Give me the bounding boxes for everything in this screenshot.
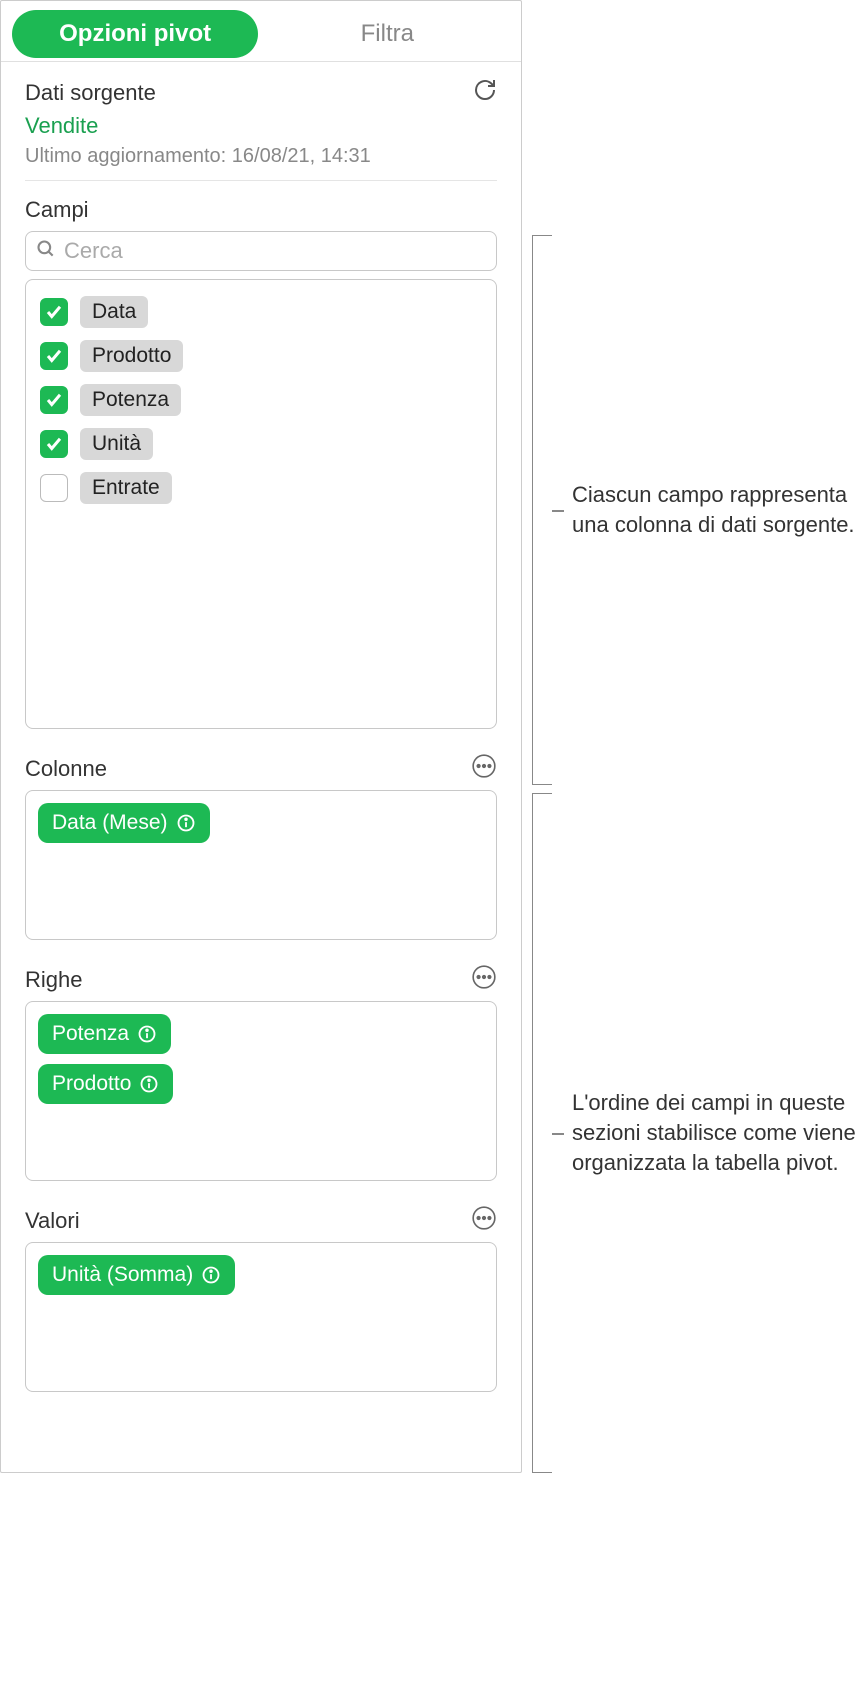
tab-filter[interactable]: Filtra <box>264 10 510 58</box>
pill-label: Potenza <box>52 1022 129 1046</box>
values-title: Valori <box>25 1208 80 1234</box>
callout-text-fields: Ciascun campo rappresenta una colonna di… <box>572 480 862 539</box>
field-label[interactable]: Data <box>80 296 148 328</box>
field-checkbox[interactable] <box>40 430 68 458</box>
pill-label: Data (Mese) <box>52 811 168 835</box>
fields-search-box[interactable] <box>25 231 497 271</box>
field-checkbox[interactable] <box>40 474 68 502</box>
source-data-label: Dati sorgente <box>25 80 156 106</box>
more-icon[interactable] <box>471 964 497 995</box>
field-label[interactable]: Prodotto <box>80 340 183 372</box>
field-label[interactable]: Entrate <box>80 472 172 504</box>
values-dropzone[interactable]: Unità (Somma) <box>25 1242 497 1392</box>
pill-label: Prodotto <box>52 1072 131 1096</box>
columns-title: Colonne <box>25 756 107 782</box>
search-input[interactable] <box>64 238 486 264</box>
fields-title: Campi <box>25 197 497 223</box>
info-icon[interactable] <box>201 1265 221 1285</box>
rows-title: Righe <box>25 967 82 993</box>
source-last-updated: Ultimo aggiornamento: 16/08/21, 14:31 <box>25 145 497 168</box>
field-item: Data <box>36 290 486 334</box>
info-icon[interactable] <box>139 1074 159 1094</box>
info-icon[interactable] <box>137 1024 157 1044</box>
field-pill[interactable]: Prodotto <box>38 1064 173 1104</box>
columns-dropzone[interactable]: Data (Mese) <box>25 790 497 940</box>
field-item: Unità <box>36 422 486 466</box>
field-checkbox[interactable] <box>40 298 68 326</box>
callout-annotations: Ciascun campo rappresenta una colonna di… <box>522 0 862 1473</box>
more-icon[interactable] <box>471 1205 497 1236</box>
panel-tabs: Opzioni pivot Filtra <box>1 1 521 62</box>
refresh-icon[interactable] <box>473 78 497 107</box>
field-item: Potenza <box>36 378 486 422</box>
fields-section: Campi Data Prodotto <box>1 181 521 741</box>
values-zone: Valori Unità (Somma) <box>1 1193 521 1404</box>
columns-zone: Colonne Data (Mese) <box>1 741 521 952</box>
info-icon[interactable] <box>176 813 196 833</box>
rows-dropzone[interactable]: Potenza Prodotto <box>25 1001 497 1181</box>
tab-pivot-options[interactable]: Opzioni pivot <box>12 10 258 58</box>
field-pill[interactable]: Data (Mese) <box>38 803 210 843</box>
callout-text-zones: L'ordine dei campi in queste sezioni sta… <box>572 1088 862 1177</box>
pill-label: Unità (Somma) <box>52 1263 193 1287</box>
source-table-name[interactable]: Vendite <box>25 113 497 139</box>
field-pill[interactable]: Potenza <box>38 1014 171 1054</box>
fields-list: Data Prodotto Potenza Unità <box>25 279 497 729</box>
field-item: Prodotto <box>36 334 486 378</box>
field-label[interactable]: Potenza <box>80 384 181 416</box>
field-item: Entrate <box>36 466 486 510</box>
pivot-options-panel: Opzioni pivot Filtra Dati sorgente Vendi… <box>0 0 522 1473</box>
field-checkbox[interactable] <box>40 342 68 370</box>
field-checkbox[interactable] <box>40 386 68 414</box>
callout-bracket <box>532 235 552 785</box>
field-label[interactable]: Unità <box>80 428 153 460</box>
rows-zone: Righe Potenza Prodotto <box>1 952 521 1193</box>
search-icon <box>36 239 64 264</box>
more-icon[interactable] <box>471 753 497 784</box>
callout-bracket <box>532 793 552 1473</box>
source-data-section: Dati sorgente Vendite Ultimo aggiornamen… <box>25 62 497 181</box>
field-pill[interactable]: Unità (Somma) <box>38 1255 235 1295</box>
